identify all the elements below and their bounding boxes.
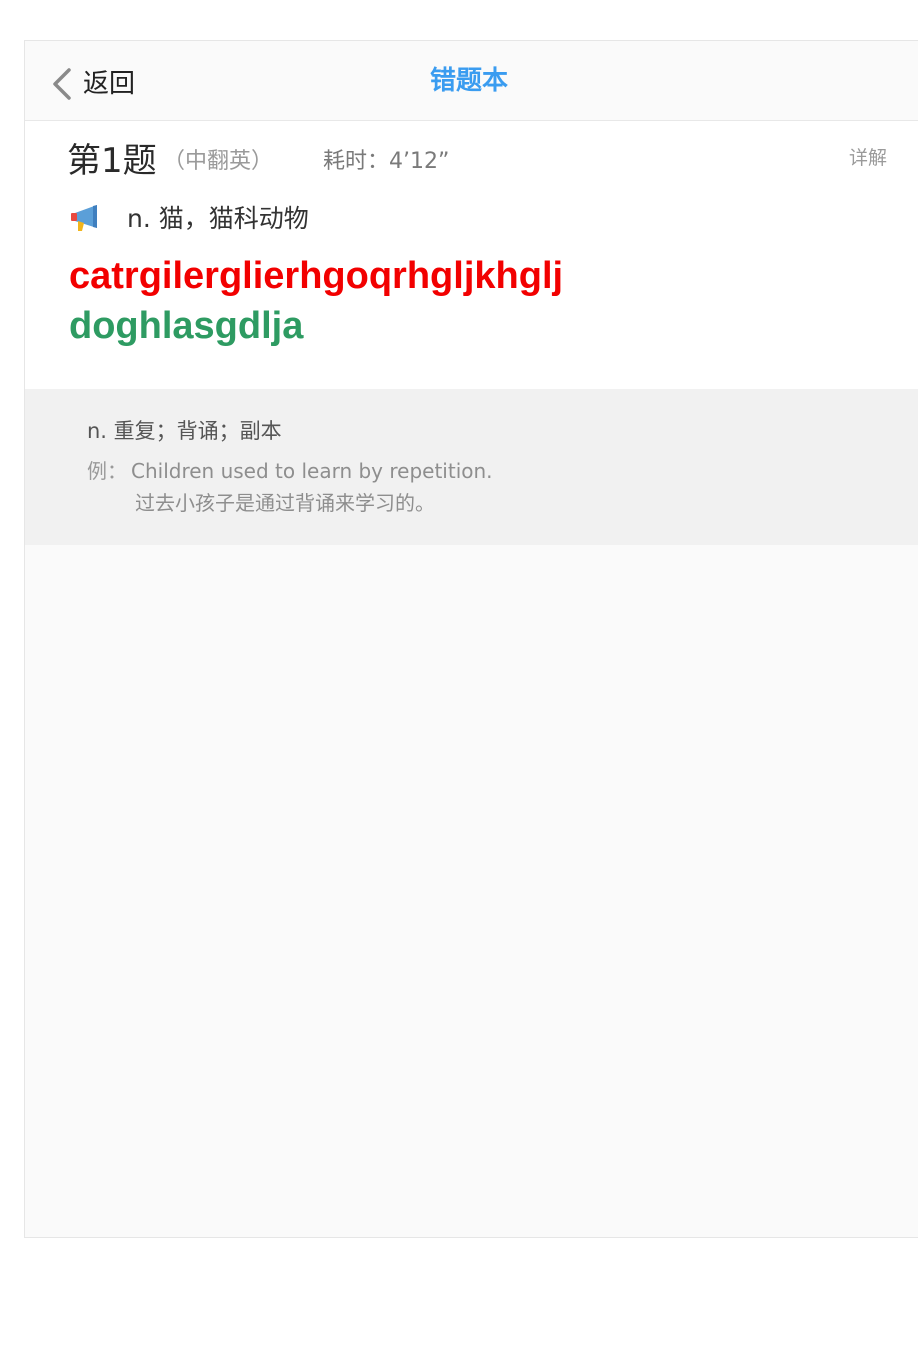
meaning-row: n. 猫，猫科动物 (69, 199, 309, 235)
correct-answer: doghlasgdlja (69, 305, 304, 347)
explanation-panel: n. 重复；背诵；副本 例： Children used to learn by… (25, 389, 918, 545)
definition-text: n. 重复；背诵；副本 (87, 419, 282, 443)
app-frame: 返回 错题本 第1题 （中翻英） 耗时：4’12” 详解 n. 猫，猫科动物 c… (24, 40, 918, 1238)
wrong-answer: catrgilerglierhgoqrhgljkhglj (69, 255, 564, 297)
detail-link[interactable]: 详解 (849, 141, 887, 175)
page-title: 错题本 (429, 66, 508, 96)
example-label: 例： (87, 459, 127, 483)
question-number: 第1题 (67, 141, 157, 181)
example-chinese: 过去小孩子是通过背诵来学习的。 (135, 491, 435, 515)
example-english: Children used to learn by repetition. (131, 459, 493, 483)
question-header: 第1题 （中翻英） 耗时：4’12” 详解 (67, 139, 887, 183)
speaker-icon[interactable] (69, 202, 103, 232)
question-card: 第1题 （中翻英） 耗时：4’12” 详解 n. 猫，猫科动物 catrgile… (25, 121, 918, 389)
nav-bar: 返回 错题本 (25, 41, 918, 121)
question-type: （中翻英） (163, 149, 274, 174)
question-meaning: n. 猫，猫科动物 (127, 204, 309, 233)
time-spent: 耗时：4’12” (323, 149, 450, 174)
